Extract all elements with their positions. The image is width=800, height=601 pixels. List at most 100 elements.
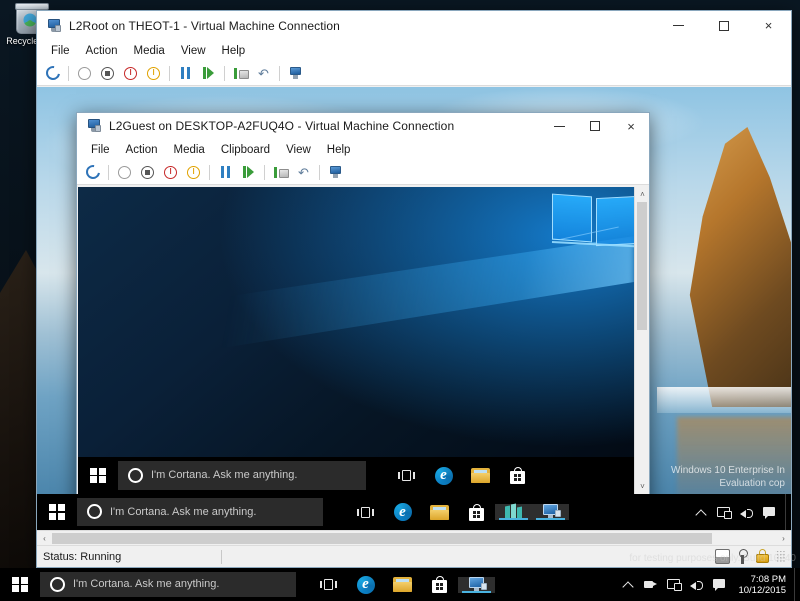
outer-status-indicators[interactable] bbox=[715, 549, 791, 564]
revert-icon[interactable]: ↶ bbox=[293, 162, 314, 183]
outer-window-toolbar[interactable]: ↶ bbox=[37, 61, 791, 86]
store-button[interactable] bbox=[458, 503, 495, 521]
checkpoint-icon[interactable] bbox=[270, 162, 291, 183]
show-desktop-button[interactable] bbox=[794, 568, 800, 601]
checkpoint-icon[interactable] bbox=[230, 63, 251, 84]
close-button[interactable]: × bbox=[613, 113, 649, 139]
show-hidden-icons-icon[interactable] bbox=[694, 506, 708, 519]
resize-grip[interactable] bbox=[775, 550, 785, 563]
outer-horizontal-scrollbar[interactable]: ‹ › bbox=[37, 530, 791, 545]
pause-icon[interactable] bbox=[175, 63, 196, 84]
show-desktop-button[interactable] bbox=[785, 494, 791, 530]
show-hidden-icons-icon[interactable] bbox=[621, 578, 635, 591]
inner-window-controls[interactable]: × bbox=[541, 113, 649, 139]
revert-icon[interactable]: ↶ bbox=[253, 63, 274, 84]
menu-help[interactable]: Help bbox=[319, 142, 359, 158]
task-view-button[interactable] bbox=[388, 469, 425, 482]
menu-clipboard[interactable]: Clipboard bbox=[213, 142, 278, 158]
file-explorer-button[interactable] bbox=[421, 504, 458, 520]
inner-window-menubar[interactable]: File Action Media Clipboard View Help bbox=[77, 139, 649, 160]
file-explorer-button[interactable] bbox=[462, 468, 499, 483]
outer-vm-connection-window[interactable]: L2Root on THEOT-1 - Virtual Machine Conn… bbox=[36, 10, 792, 568]
shutdown-icon[interactable] bbox=[97, 63, 118, 84]
enhanced-session-icon[interactable] bbox=[285, 63, 306, 84]
scroll-track-horizontal[interactable] bbox=[52, 532, 776, 544]
network-icon[interactable] bbox=[717, 506, 732, 519]
key-indicator-icon[interactable] bbox=[735, 549, 750, 564]
minimize-button[interactable] bbox=[541, 113, 577, 139]
maximize-button[interactable] bbox=[577, 113, 613, 139]
menu-media[interactable]: Media bbox=[126, 43, 173, 59]
inner-vm-screen[interactable]: I'm Cortana. Ask me anything. bbox=[78, 187, 634, 494]
store-button[interactable] bbox=[421, 576, 458, 593]
vmconnect-button[interactable] bbox=[532, 504, 569, 520]
edge-button[interactable] bbox=[384, 503, 421, 521]
network-icon[interactable] bbox=[667, 578, 683, 591]
outer-window-menubar[interactable]: File Action Media View Help bbox=[37, 40, 791, 61]
start-button[interactable] bbox=[78, 457, 118, 494]
root-vm-system-tray[interactable] bbox=[694, 506, 785, 519]
store-button[interactable] bbox=[499, 467, 536, 484]
menu-help[interactable]: Help bbox=[214, 43, 254, 59]
menu-view[interactable]: View bbox=[173, 43, 214, 59]
save-state-icon[interactable] bbox=[183, 162, 204, 183]
volume-icon[interactable] bbox=[740, 506, 754, 519]
ctrl-alt-delete-icon[interactable] bbox=[82, 162, 103, 183]
file-explorer-button[interactable] bbox=[384, 577, 421, 592]
scroll-left-button[interactable]: ‹ bbox=[37, 531, 52, 546]
outer-window-titlebar[interactable]: L2Root on THEOT-1 - Virtual Machine Conn… bbox=[37, 11, 791, 40]
turn-off-icon[interactable] bbox=[160, 162, 181, 183]
cortana-search-box[interactable]: I'm Cortana. Ask me anything. bbox=[118, 461, 366, 490]
resume-icon[interactable] bbox=[198, 63, 219, 84]
host-system-tray[interactable]: 7:08 PM 10/12/2015 bbox=[621, 574, 794, 596]
maximize-button[interactable] bbox=[701, 11, 746, 40]
menu-file[interactable]: File bbox=[83, 142, 118, 158]
root-vm-taskbar[interactable]: I'm Cortana. Ask me anything. bbox=[37, 494, 791, 530]
ctrl-alt-delete-icon[interactable] bbox=[42, 63, 63, 84]
turn-off-icon[interactable] bbox=[120, 63, 141, 84]
scroll-thumb-horizontal[interactable] bbox=[52, 532, 712, 544]
host-taskbar[interactable]: I'm Cortana. Ask me anything. e 7:08 PM … bbox=[0, 568, 800, 601]
scroll-thumb-vertical[interactable] bbox=[637, 202, 647, 330]
scroll-up-button[interactable]: ˄ bbox=[635, 187, 649, 202]
root-vm-taskbar-apps[interactable] bbox=[347, 503, 569, 521]
start-icon[interactable] bbox=[74, 63, 95, 84]
volume-icon[interactable] bbox=[690, 578, 704, 591]
guest-taskbar-apps[interactable] bbox=[388, 466, 536, 485]
shutdown-icon[interactable] bbox=[137, 162, 158, 183]
resume-icon[interactable] bbox=[238, 162, 259, 183]
clock[interactable]: 7:08 PM 10/12/2015 bbox=[736, 574, 786, 596]
edge-button[interactable] bbox=[347, 575, 384, 594]
pause-icon[interactable] bbox=[215, 162, 236, 183]
action-center-icon[interactable] bbox=[763, 506, 777, 519]
outer-window-controls[interactable]: × bbox=[656, 11, 791, 40]
task-view-button[interactable] bbox=[310, 578, 347, 591]
close-button[interactable]: × bbox=[746, 11, 791, 40]
lock-indicator-icon[interactable] bbox=[755, 549, 770, 564]
start-icon[interactable] bbox=[114, 162, 135, 183]
camera-icon[interactable] bbox=[644, 578, 658, 591]
task-view-button[interactable] bbox=[347, 506, 384, 519]
outer-vm-screen[interactable]: Windows 10 Enterprise In Evaluation cop … bbox=[37, 87, 791, 530]
host-taskbar-apps[interactable] bbox=[310, 575, 495, 594]
edge-button[interactable] bbox=[425, 466, 462, 485]
menu-media[interactable]: Media bbox=[166, 142, 213, 158]
minimize-button[interactable] bbox=[656, 11, 701, 40]
enhanced-session-icon[interactable] bbox=[325, 162, 346, 183]
vmconnect-button[interactable] bbox=[458, 576, 495, 593]
start-button[interactable] bbox=[0, 568, 40, 601]
scroll-down-button[interactable]: ˅ bbox=[635, 479, 649, 494]
hyper-v-manager-button[interactable] bbox=[495, 503, 532, 520]
menu-action[interactable]: Action bbox=[78, 43, 126, 59]
menu-action[interactable]: Action bbox=[118, 142, 166, 158]
cortana-search-box[interactable]: I'm Cortana. Ask me anything. bbox=[40, 571, 296, 598]
inner-vertical-scrollbar[interactable]: ˄ ˅ bbox=[634, 187, 649, 494]
menu-file[interactable]: File bbox=[43, 43, 78, 59]
guest-taskbar[interactable]: I'm Cortana. Ask me anything. bbox=[78, 457, 634, 494]
scroll-track-vertical[interactable] bbox=[635, 202, 649, 479]
screen-indicator-icon[interactable] bbox=[715, 549, 730, 564]
action-center-icon[interactable] bbox=[713, 578, 727, 591]
inner-window-toolbar[interactable]: ↶ bbox=[77, 160, 649, 185]
inner-vm-connection-window[interactable]: L2Guest on DESKTOP-A2FUQ4O - Virtual Mac… bbox=[76, 112, 650, 530]
cortana-search-box[interactable]: I'm Cortana. Ask me anything. bbox=[77, 498, 323, 526]
